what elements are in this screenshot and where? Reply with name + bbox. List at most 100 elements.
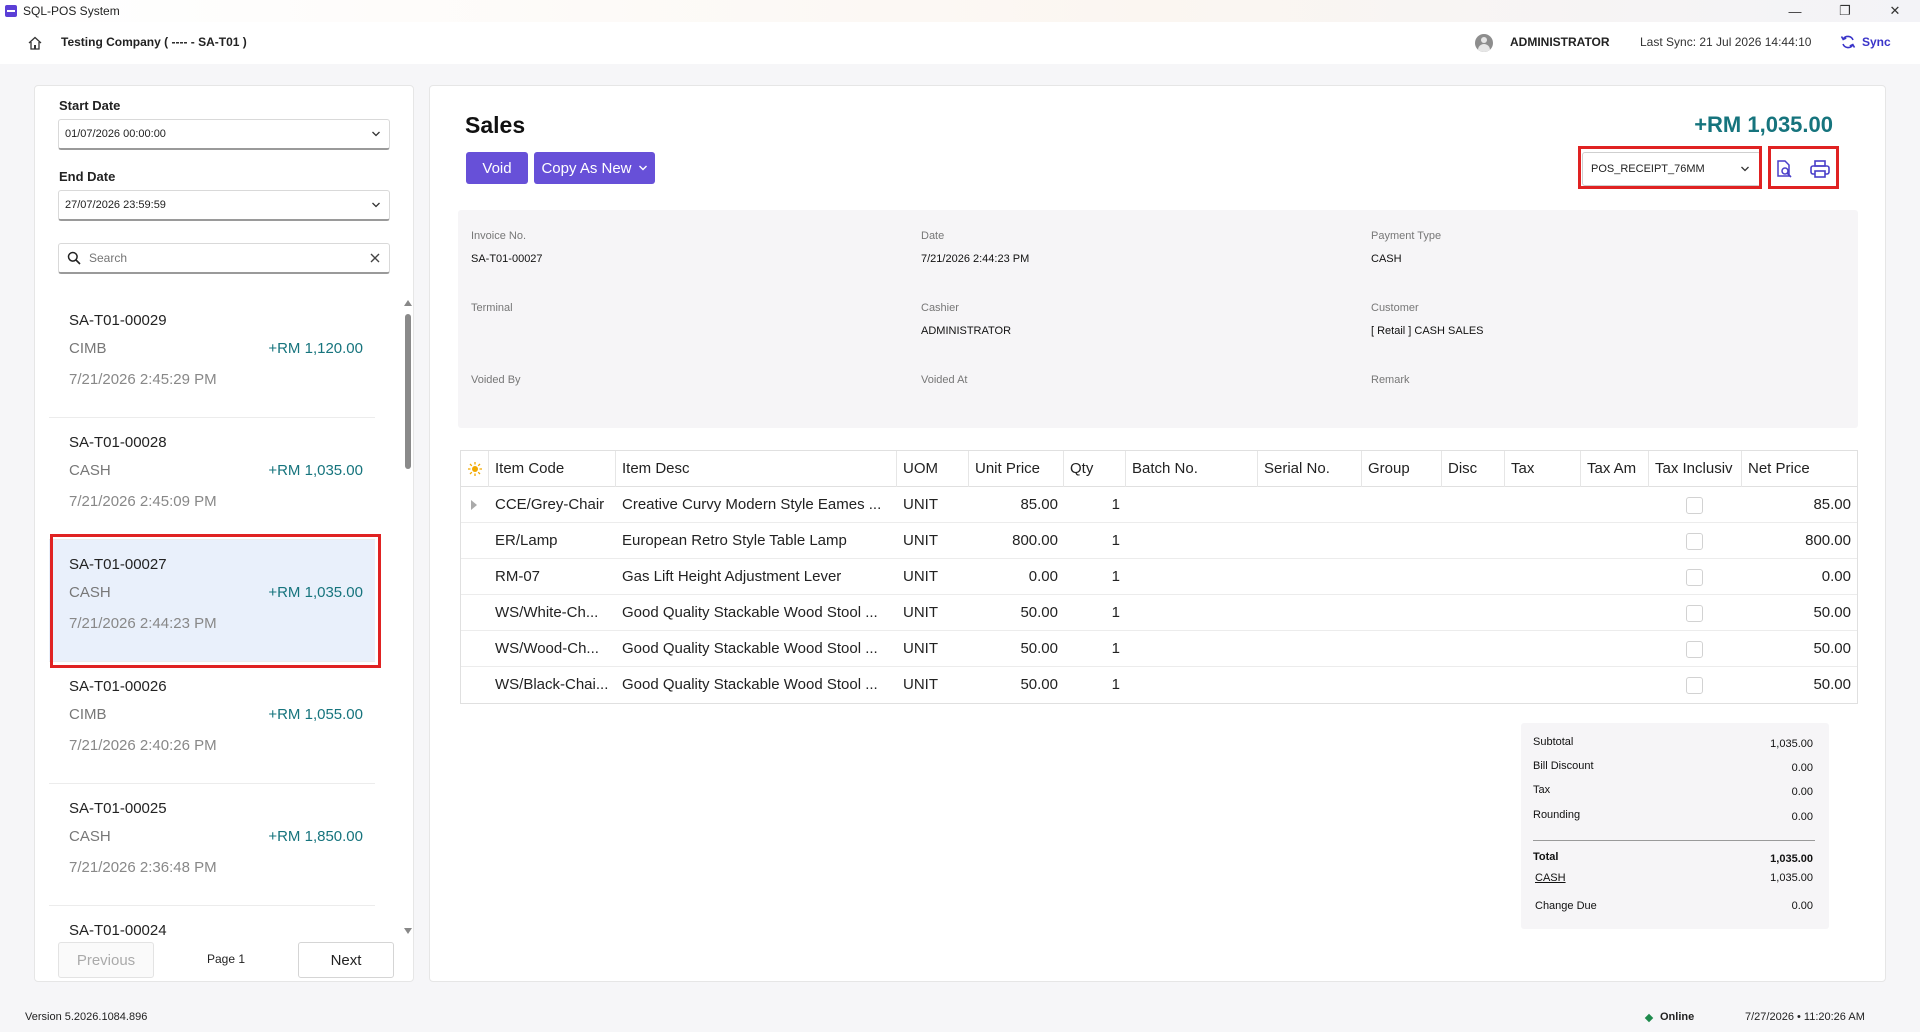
payment-method: CASH [69, 828, 111, 845]
sale-date: 7/21/2026 2:36:48 PM [69, 859, 217, 876]
print-preview-button[interactable] [1771, 156, 1797, 182]
list-item[interactable]: SA-T01-00029 CIMB +RM 1,120.00 7/21/2026… [49, 296, 375, 418]
uom: UNIT [903, 496, 938, 513]
total-value: 1,035.00 [1770, 853, 1813, 865]
item-desc: Good Quality Stackable Wood Stool ... [622, 676, 878, 693]
page-title: Sales [465, 112, 526, 138]
column-options[interactable] [461, 451, 489, 487]
amount: +RM 1,120.00 [268, 340, 363, 357]
avatar[interactable] [1475, 34, 1493, 52]
user-name[interactable]: ADMINISTRATOR [1510, 35, 1610, 49]
print-button[interactable] [1807, 156, 1833, 182]
item-code: WS/Wood-Ch... [495, 640, 599, 657]
payment-method: CASH [69, 584, 111, 601]
receipt-template-select[interactable]: POS_RECEIPT_76MM [1582, 152, 1761, 186]
item-desc: European Retro Style Table Lamp [622, 532, 847, 549]
totals-summary: Subtotal 1,035.00 Bill Discount 0.00 Tax… [1521, 723, 1829, 929]
copy-as-new-button[interactable]: Copy As New [534, 152, 655, 184]
scroll-down-arrow[interactable] [404, 928, 412, 934]
end-date-value: 27/07/2026 23:59:59 [65, 199, 166, 211]
table-row[interactable]: CCE/Grey-Chair Creative Curvy Modern Sty… [461, 487, 1857, 523]
list-item[interactable]: SA-T01-00025 CASH +RM 1,850.00 7/21/2026… [49, 784, 375, 906]
maximize-button[interactable]: ❐ [1820, 0, 1870, 22]
cash-payment-link[interactable]: CASH [1535, 872, 1566, 884]
tax-inclusive-checkbox[interactable] [1686, 533, 1703, 550]
column-header-uom[interactable]: UOM [897, 451, 969, 487]
unit-price: 50.00 [1020, 640, 1058, 657]
terminal-label: Terminal [471, 302, 513, 314]
item-desc: Good Quality Stackable Wood Stool ... [622, 640, 878, 657]
start-date-label: Start Date [59, 98, 121, 113]
previous-page-button[interactable]: Previous [58, 942, 154, 978]
invoice-number: SA-T01-00025 [69, 800, 167, 817]
column-header-tax-amount[interactable]: Tax Am [1581, 451, 1649, 487]
column-header-item-code[interactable]: Item Code [489, 451, 616, 487]
customer-label: Customer [1371, 302, 1419, 314]
scroll-up-arrow[interactable] [404, 300, 412, 306]
list-item[interactable]: SA-T01-00024 [49, 906, 375, 938]
rounding-value: 0.00 [1791, 811, 1813, 823]
tax-label: Tax [1533, 784, 1551, 796]
home-icon[interactable] [27, 35, 43, 51]
tax-inclusive-checkbox[interactable] [1686, 497, 1703, 514]
invoice-no-value: SA-T01-00027 [471, 253, 543, 265]
search-input[interactable] [89, 251, 349, 265]
uom: UNIT [903, 604, 938, 621]
payment-method: CIMB [69, 340, 107, 357]
item-code: CCE/Grey-Chair [495, 496, 605, 513]
expand-arrow-icon[interactable] [471, 500, 477, 510]
tax-inclusive-checkbox[interactable] [1686, 677, 1703, 694]
rounding-label: Rounding [1533, 809, 1581, 821]
column-header-item-desc[interactable]: Item Desc [616, 451, 897, 487]
column-header-disc[interactable]: Disc [1442, 451, 1505, 487]
uom: UNIT [903, 640, 938, 657]
minimize-button[interactable]: — [1770, 0, 1820, 22]
uom: UNIT [903, 676, 938, 693]
end-date-label: End Date [59, 169, 116, 184]
window-title: SQL-POS System [23, 4, 120, 18]
sync-icon [1840, 35, 1856, 49]
start-date-picker[interactable]: 01/07/2026 00:00:00 [58, 119, 390, 150]
void-button[interactable]: Void [466, 152, 528, 184]
list-item[interactable]: SA-T01-00026 CIMB +RM 1,055.00 7/21/2026… [49, 662, 375, 784]
list-scrollbar[interactable] [403, 296, 413, 938]
table-row[interactable]: ER/Lamp European Retro Style Table Lamp … [461, 523, 1857, 559]
next-page-button[interactable]: Next [298, 942, 394, 978]
item-desc: Creative Curvy Modern Style Eames ... [622, 496, 882, 513]
end-date-picker[interactable]: 27/07/2026 23:59:59 [58, 190, 390, 221]
tax-inclusive-checkbox[interactable] [1686, 641, 1703, 658]
table-row[interactable]: WS/Wood-Ch... Good Quality Stackable Woo… [461, 631, 1857, 667]
qty: 1 [1111, 496, 1120, 513]
net-price: 50.00 [1813, 604, 1851, 621]
close-icon[interactable] [369, 252, 381, 264]
scroll-thumb[interactable] [405, 314, 411, 469]
list-item-selected[interactable]: SA-T01-00027 CASH +RM 1,035.00 7/21/2026… [49, 540, 375, 662]
sales-list: SA-T01-00029 CIMB +RM 1,120.00 7/21/2026… [49, 296, 399, 938]
change-due-label: Change Due [1535, 900, 1597, 912]
tax-inclusive-checkbox[interactable] [1686, 605, 1703, 622]
sale-date: 7/21/2026 2:40:26 PM [69, 737, 217, 754]
list-item[interactable]: SA-T01-00028 CASH +RM 1,035.00 7/21/2026… [49, 418, 375, 540]
column-header-net-price[interactable]: Net Price [1742, 451, 1857, 487]
start-date-value: 01/07/2026 00:00:00 [65, 128, 166, 140]
column-header-tax-inclusive[interactable]: Tax Inclusiv [1649, 451, 1742, 487]
cashier-label: Cashier [921, 302, 959, 314]
sale-detail-panel: Sales +RM 1,035.00 Void Copy As New POS_… [429, 85, 1886, 982]
clock: 7/27/2026 • 11:20:26 AM [1745, 1011, 1865, 1023]
column-header-tax[interactable]: Tax [1505, 451, 1581, 487]
item-desc: Gas Lift Height Adjustment Lever [622, 568, 842, 585]
column-header-serial-no[interactable]: Serial No. [1258, 451, 1362, 487]
subtotal-label: Subtotal [1533, 736, 1574, 748]
item-code: WS/Black-Chai... [495, 676, 609, 693]
uom: UNIT [903, 532, 938, 549]
column-header-group[interactable]: Group [1362, 451, 1442, 487]
table-row[interactable]: RM-07 Gas Lift Height Adjustment Lever U… [461, 559, 1857, 595]
table-row[interactable]: WS/Black-Chai... Good Quality Stackable … [461, 667, 1857, 703]
column-header-batch-no[interactable]: Batch No. [1126, 451, 1258, 487]
close-window-button[interactable]: ✕ [1870, 0, 1920, 22]
table-row[interactable]: WS/White-Ch... Good Quality Stackable Wo… [461, 595, 1857, 631]
column-header-qty[interactable]: Qty [1064, 451, 1126, 487]
sync-button[interactable]: Sync [1840, 32, 1891, 52]
column-header-unit-price[interactable]: Unit Price [969, 451, 1064, 487]
tax-inclusive-checkbox[interactable] [1686, 569, 1703, 586]
